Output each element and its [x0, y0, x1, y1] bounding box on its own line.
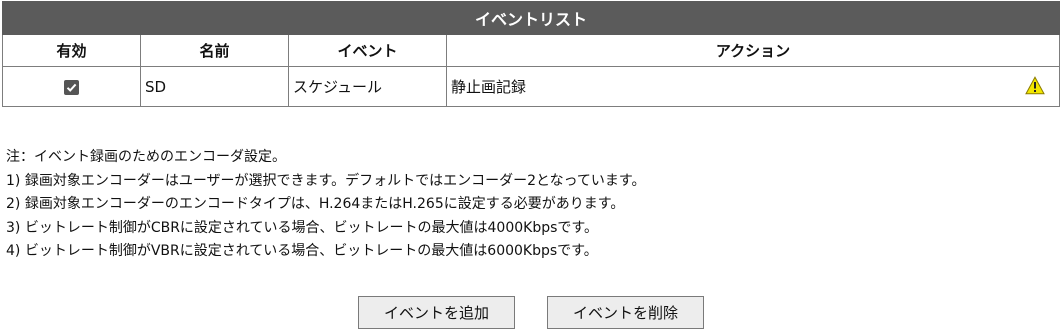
event-list-table: イベントリスト 有効 名前 イベント アクション SD スケジュール 静止画記録	[1, 1, 1061, 107]
note-item-1: 1) 録画対象エンコーダーはユーザーが選択できます。デフォルトではエンコーダー2…	[6, 172, 646, 189]
table-row[interactable]: SD スケジュール 静止画記録	[2, 66, 1061, 107]
name-cell: SD	[140, 66, 289, 107]
delete-event-button[interactable]: イベントを削除	[547, 296, 704, 329]
notes-heading: 注：イベント録画のためのエンコーダ設定。	[6, 149, 286, 165]
add-event-button[interactable]: イベントを追加	[358, 296, 515, 329]
note-item-3: 3) ビットレート制御がCBRに設定されている場合、ビットレートの最大値は400…	[6, 219, 598, 236]
event-cell: スケジュール	[288, 66, 447, 107]
enabled-cell	[2, 66, 141, 107]
notes-section: 注：イベント録画のためのエンコーダ設定。 1) 録画対象エンコーダーはユーザーが…	[6, 146, 646, 264]
enabled-checkbox[interactable]	[64, 79, 79, 95]
header-enabled: 有効	[2, 34, 141, 67]
warning-icon[interactable]	[1025, 76, 1045, 95]
header-event: イベント	[288, 34, 447, 67]
action-cell: 静止画記録	[445, 66, 1061, 107]
action-label: 静止画記録	[451, 78, 527, 96]
note-item-4: 4) ビットレート制御がVBRに設定されている場合、ビットレートの最大値は600…	[6, 243, 598, 259]
note-item-2: 2) 録画対象エンコーダーのエンコードタイプは、H.264またはH.265に設定…	[6, 196, 625, 212]
checkmark-icon	[66, 83, 77, 92]
table-title: イベントリスト	[1, 1, 1061, 35]
header-action: アクション	[445, 34, 1061, 67]
header-name: 名前	[140, 34, 289, 67]
